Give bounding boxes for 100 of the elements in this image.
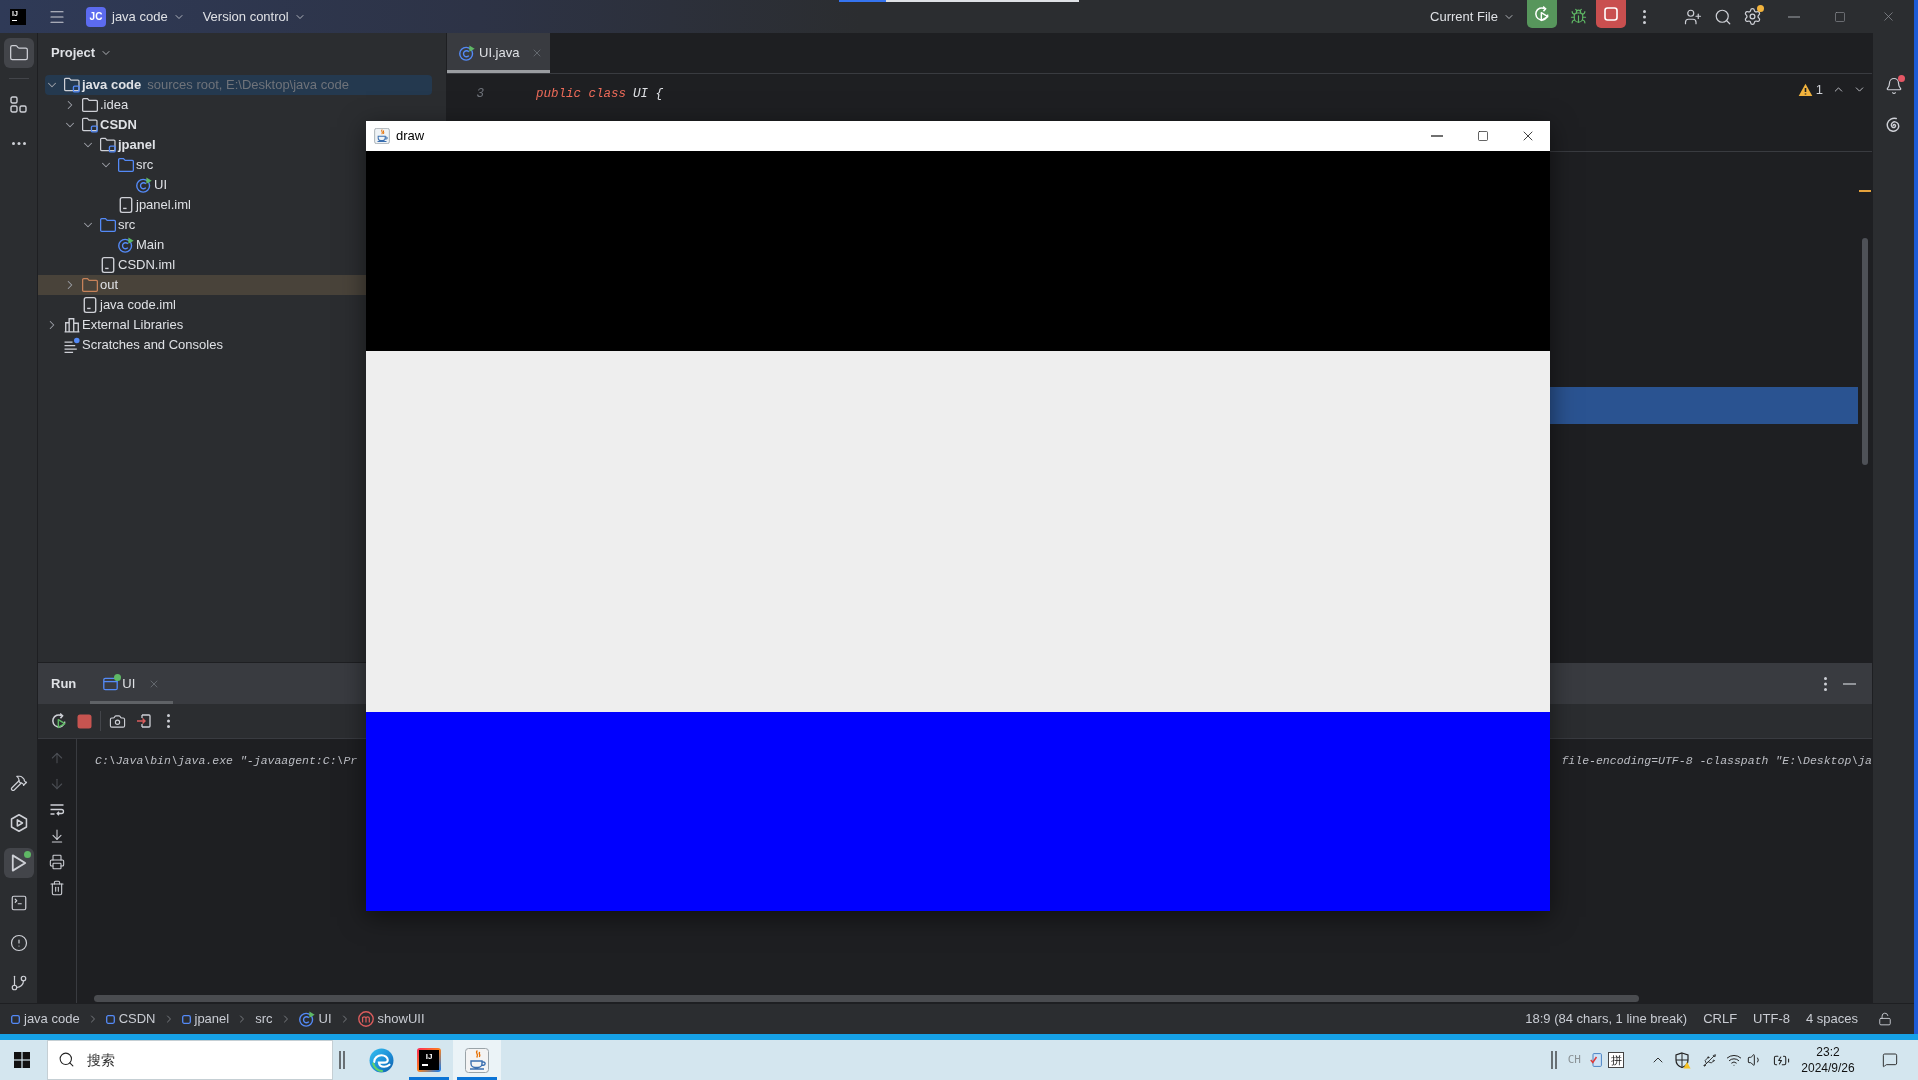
- notifications-bell-icon[interactable]: [1884, 77, 1903, 95]
- project-badge: JC: [86, 6, 106, 27]
- tree-item[interactable]: jpanel: [38, 135, 160, 155]
- more-icon[interactable]: [167, 714, 170, 728]
- camera-icon[interactable]: [109, 712, 126, 730]
- minimize-icon[interactable]: [1843, 682, 1856, 685]
- breadcrumb[interactable]: jpanel: [181, 1009, 230, 1029]
- document-check-icon[interactable]: [1590, 1053, 1602, 1067]
- breadcrumb[interactable]: src: [255, 1009, 273, 1029]
- exit-icon[interactable]: [136, 713, 152, 729]
- structure-icon: [10, 95, 27, 113]
- trash-icon[interactable]: [49, 880, 65, 896]
- tree-item[interactable]: java code.iml: [38, 295, 180, 315]
- clock-time[interactable]: 23:2: [1816, 1044, 1840, 1060]
- tree-item[interactable]: jpanel.iml: [38, 195, 195, 215]
- app-window-icon: [103, 676, 119, 691]
- more-icon[interactable]: [1643, 9, 1646, 24]
- rerun-button[interactable]: [1527, 0, 1557, 28]
- tree-item[interactable]: UI: [38, 175, 171, 195]
- maximize-icon: [1477, 130, 1489, 142]
- more-icon[interactable]: [1824, 676, 1827, 691]
- stop-button[interactable]: [1596, 0, 1626, 28]
- breadcrumb[interactable]: CSDN: [105, 1009, 156, 1029]
- bug-icon[interactable]: [1570, 8, 1587, 25]
- breadcrumb[interactable]: UI: [298, 1009, 332, 1029]
- module-folder-icon: [82, 117, 98, 133]
- class-icon: [118, 237, 134, 253]
- minimize-icon: [1431, 135, 1443, 137]
- double-bar-icon: [339, 1051, 345, 1069]
- search-icon[interactable]: [1714, 7, 1732, 26]
- print-icon[interactable]: [49, 854, 65, 870]
- rerun-icon: [1534, 6, 1550, 22]
- hammer-icon: [9, 774, 28, 792]
- tree-item[interactable]: java code sources root, E:\Desktop\java code: [45, 75, 432, 95]
- run-icon: [9, 854, 28, 872]
- rerun-icon[interactable]: [51, 713, 67, 729]
- four-panes-icon: [14, 1052, 30, 1068]
- breadcrumb[interactable]: java code: [11, 1009, 80, 1029]
- file-icon: [82, 297, 98, 313]
- warning-count[interactable]: 1: [1815, 80, 1823, 100]
- horizontal-scrollbar[interactable]: [94, 995, 1639, 1002]
- scroll-to-end-icon[interactable]: [49, 828, 65, 844]
- scrollbar-thumb[interactable]: [1862, 238, 1868, 465]
- class-icon: [136, 177, 152, 193]
- taskbar-app-button[interactable]: [453, 1040, 501, 1080]
- git-branch-icon: [9, 974, 28, 992]
- tree-item[interactable]: CSDN.iml: [38, 255, 180, 275]
- browser-swirl-icon: [368, 1047, 394, 1073]
- file-encoding[interactable]: UTF-8: [1753, 1009, 1790, 1029]
- spiral-icon[interactable]: [1885, 117, 1902, 134]
- module-icon: [11, 1014, 20, 1024]
- lock-icon[interactable]: [1878, 1012, 1892, 1026]
- minimize-icon: [1788, 15, 1800, 18]
- project-view-dropdown[interactable]: Project: [51, 43, 113, 63]
- tree-item[interactable]: CSDN: [38, 115, 141, 135]
- input-mode-indicator[interactable]: 拼: [1608, 1052, 1624, 1068]
- search-field[interactable]: 搜索: [47, 1040, 333, 1080]
- line-separator[interactable]: CRLF: [1703, 1009, 1738, 1029]
- console-output: C:\Java\bin\java.exe "-javaagent:C:\Pr: [95, 753, 358, 769]
- window-title: draw: [396, 127, 425, 146]
- soft-wrap-icon[interactable]: [49, 802, 65, 818]
- stop-icon: [1604, 7, 1618, 21]
- tree-item[interactable]: src: [38, 155, 158, 175]
- tree-item[interactable]: External Libraries: [38, 315, 188, 335]
- module-folder-icon: [100, 137, 116, 153]
- tree-item[interactable]: out: [38, 275, 366, 295]
- add-user-icon[interactable]: [1684, 7, 1702, 26]
- warning-icon: [1797, 82, 1813, 97]
- tool-window-button[interactable]: [3, 38, 34, 68]
- notification-icon[interactable]: [1882, 1052, 1898, 1068]
- stop-icon[interactable]: [77, 713, 92, 729]
- tree-item[interactable]: Scratches and Consoles: [38, 335, 227, 355]
- clock-date[interactable]: 2024/9/26: [1801, 1060, 1855, 1076]
- settings-icon[interactable]: [1743, 7, 1762, 26]
- code-text: UI {: [633, 86, 664, 103]
- file-icon: [118, 197, 134, 213]
- problems-icon: [9, 934, 28, 952]
- search-icon: [58, 1051, 75, 1068]
- tree-item[interactable]: Main: [38, 235, 169, 255]
- editor-tab[interactable]: UI.java: [447, 33, 551, 73]
- wifi-icon[interactable]: [1726, 1052, 1742, 1068]
- tool-window-button[interactable]: [3, 848, 34, 878]
- breadcrumb[interactable]: showUII: [357, 1009, 425, 1029]
- line-number: 3: [475, 86, 484, 103]
- scratches-icon: [64, 337, 80, 353]
- services-icon: [9, 814, 28, 832]
- vcs-menu[interactable]: Version control: [202, 6, 306, 27]
- source-folder-icon: [100, 217, 116, 233]
- indent-setting[interactable]: 4 spaces: [1805, 1009, 1858, 1029]
- caret-position[interactable]: 18:9 (84 chars, 1 line break): [1525, 1009, 1688, 1029]
- tree-item[interactable]: .idea: [38, 95, 133, 115]
- file-icon: [100, 257, 116, 273]
- tree-item[interactable]: src: [38, 215, 140, 235]
- start-button[interactable]: [14, 1052, 30, 1068]
- taskbar-app-button[interactable]: IJ: [405, 1040, 453, 1080]
- usb-icon[interactable]: [1702, 1052, 1717, 1068]
- shield-warning-icon[interactable]: [1675, 1051, 1691, 1069]
- coffee-cup-icon: [374, 128, 390, 144]
- run-config-menu[interactable]: Current File: [1430, 6, 1515, 27]
- project-menu[interactable]: java code: [112, 6, 185, 27]
